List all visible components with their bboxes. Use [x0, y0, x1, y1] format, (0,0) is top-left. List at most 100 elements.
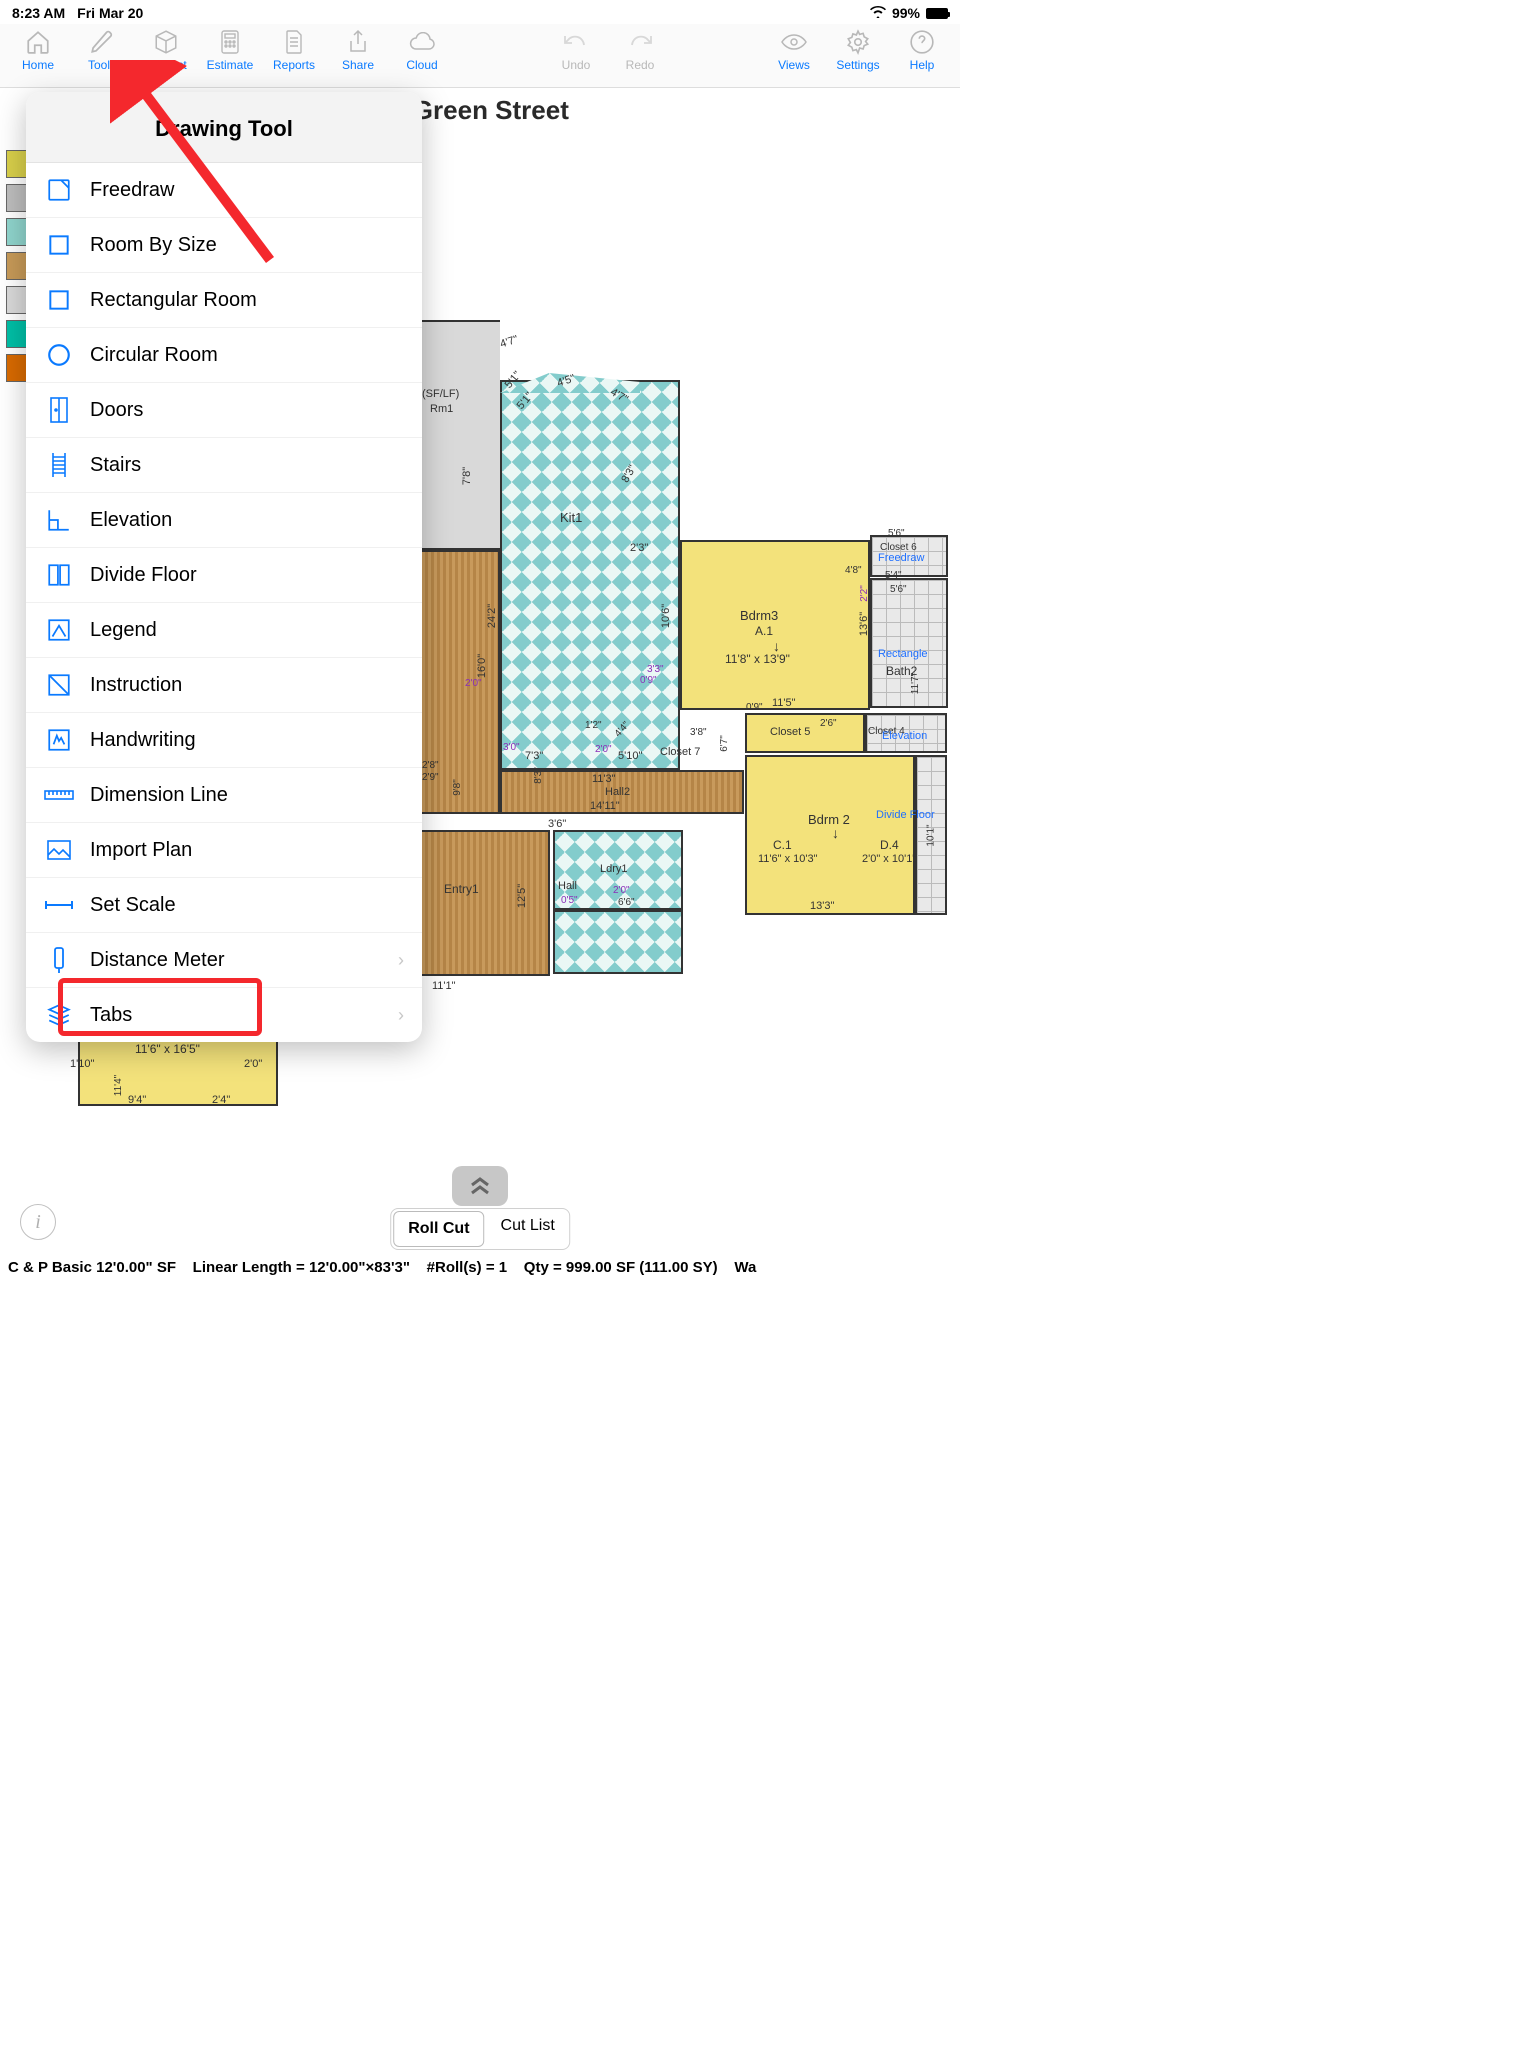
cut-list-tab[interactable]: Cut List — [487, 1209, 569, 1249]
circle-icon — [44, 340, 74, 370]
dim: 11'7" — [910, 673, 921, 694]
room-bath2[interactable] — [870, 578, 948, 708]
pencil-icon — [88, 28, 116, 56]
status-bar: 8:23 AM Fri Mar 20 99% — [0, 0, 960, 24]
menu-doors[interactable]: Doors — [26, 383, 422, 438]
menu-tabs[interactable]: Tabs › — [26, 988, 422, 1042]
home-icon — [24, 28, 52, 56]
room-label: Closet 6 — [880, 542, 917, 553]
settings-button[interactable]: Settings — [826, 28, 890, 72]
dim: 11'1" — [432, 980, 456, 992]
room-bdrm3[interactable] — [680, 540, 870, 710]
main-toolbar: Home Tools Product Estimate Reports Shar… — [0, 24, 960, 88]
dim: 7'3" — [525, 750, 543, 762]
room-dim: 11'6" x 10'3" — [758, 853, 818, 865]
room-label: Closet 5 — [770, 726, 810, 738]
room-hall[interactable] — [553, 910, 683, 974]
eye-icon — [780, 28, 808, 56]
product-button[interactable]: Product — [134, 28, 198, 72]
room-sub: A.1 — [755, 624, 773, 638]
cut-mode-segmented: Roll Cut Cut List — [390, 1208, 570, 1250]
undo-icon — [562, 28, 590, 56]
room-label: Hall — [558, 880, 577, 892]
menu-stairs[interactable]: Stairs — [26, 438, 422, 493]
room-dim: 11'6" x 16'5" — [135, 1042, 200, 1056]
footer-label: Linear Length — [193, 1259, 292, 1276]
menu-freedraw[interactable]: Freedraw — [26, 163, 422, 218]
menu-import-plan[interactable]: Import Plan — [26, 823, 422, 878]
footer-product: C & P Basic 12'0.00" SF — [8, 1259, 176, 1276]
roll-cut-tab[interactable]: Roll Cut — [393, 1211, 484, 1247]
dim: 6'6" — [618, 897, 635, 908]
dim: 11'4" — [113, 1075, 124, 1096]
status-date: Fri Mar 20 — [77, 5, 143, 21]
annotation: Divide Floor — [876, 809, 935, 821]
annotation: Rectangle — [878, 648, 928, 660]
menu-handwriting[interactable]: Handwriting — [26, 713, 422, 768]
room-dim: 11'8" x 13'9" — [725, 652, 790, 666]
footer-value: = 1 — [486, 1259, 507, 1276]
square-icon — [44, 230, 74, 260]
calculator-icon — [216, 28, 244, 56]
footer-value: = 12'0.00"×83'3" — [296, 1259, 410, 1276]
scale-icon — [44, 890, 74, 920]
dim: 5'4" — [885, 570, 902, 581]
footer-label: #Roll(s) — [427, 1259, 482, 1276]
menu-room-by-size[interactable]: Room By Size — [26, 218, 422, 273]
footer-label: Qty — [524, 1259, 549, 1276]
menu-circular-room[interactable]: Circular Room — [26, 328, 422, 383]
home-button[interactable]: Home — [6, 28, 70, 72]
door-icon — [44, 395, 74, 425]
menu-set-scale[interactable]: Set Scale — [26, 878, 422, 933]
wifi-icon — [870, 5, 886, 21]
dim: 0'5" — [561, 895, 578, 906]
dim: 3'3" — [647, 664, 664, 675]
cloud-button[interactable]: Cloud — [390, 28, 454, 72]
dim: 0'9" — [640, 675, 657, 686]
menu-distance-meter[interactable]: Distance Meter › — [26, 933, 422, 988]
dim: 2'4" — [212, 1094, 230, 1106]
popover-title: Drawing Tool — [26, 92, 422, 163]
room-label: Bdrm3 — [740, 608, 778, 623]
menu-rectangular-room[interactable]: Rectangular Room — [26, 273, 422, 328]
dim: 9'8" — [452, 779, 463, 796]
room-entry1[interactable] — [420, 830, 550, 976]
room-label: Ldry1 — [600, 863, 628, 875]
dim: 1'10" — [70, 1058, 94, 1070]
dim: 2'6" — [820, 718, 837, 729]
estimate-button[interactable]: Estimate — [198, 28, 262, 72]
square-icon — [44, 285, 74, 315]
image-icon — [44, 835, 74, 865]
room-kit1[interactable] — [500, 380, 680, 770]
dim: 13'3" — [810, 900, 834, 912]
info-button[interactable]: i — [20, 1204, 56, 1240]
dim: 5'10" — [618, 750, 642, 762]
legend-icon — [44, 615, 74, 645]
menu-legend[interactable]: Legend — [26, 603, 422, 658]
redo-button[interactable]: Redo — [608, 28, 672, 72]
tools-button[interactable]: Tools — [70, 28, 134, 72]
share-button[interactable]: Share — [326, 28, 390, 72]
arrow-down-icon: ↓ — [773, 638, 780, 654]
gear-icon — [844, 28, 872, 56]
views-button[interactable]: Views — [762, 28, 826, 72]
menu-divide-floor[interactable]: Divide Floor — [26, 548, 422, 603]
menu-instruction[interactable]: Instruction — [26, 658, 422, 713]
undo-button[interactable]: Undo — [544, 28, 608, 72]
dim: 2'2" — [859, 585, 870, 602]
stairs-icon — [44, 450, 74, 480]
dim: 3'0" — [503, 742, 520, 753]
menu-elevation[interactable]: Elevation — [26, 493, 422, 548]
room-label: Closet 7 — [660, 746, 700, 758]
dim: 5'6" — [890, 584, 907, 595]
menu-dimension-line[interactable]: Dimension Line — [26, 768, 422, 823]
reports-button[interactable]: Reports — [262, 28, 326, 72]
redo-icon — [626, 28, 654, 56]
status-time: 8:23 AM — [12, 5, 65, 21]
dim: 13'6" — [858, 612, 870, 636]
drawing-tool-popover: Drawing Tool Freedraw Room By Size Recta… — [26, 92, 422, 1042]
collapse-up-button[interactable] — [452, 1166, 508, 1206]
room-bdrm2[interactable] — [745, 755, 915, 915]
dim: 2'0" — [595, 744, 612, 755]
help-button[interactable]: Help — [890, 28, 954, 72]
